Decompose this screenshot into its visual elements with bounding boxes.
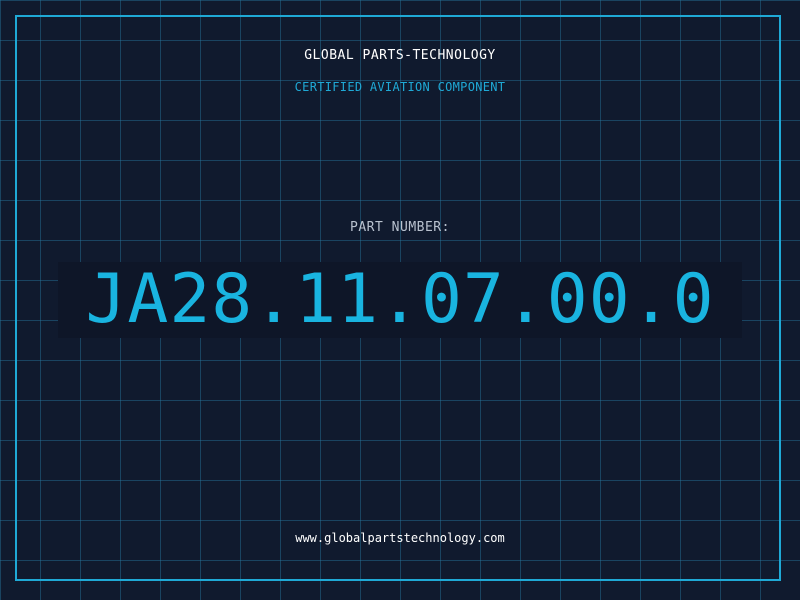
part-number-label: PART NUMBER: — [350, 220, 450, 235]
company-name: GLOBAL PARTS-TECHNOLOGY — [304, 48, 496, 63]
part-number-value: JA28.11.07.00.0 — [85, 260, 715, 339]
website-url: www.globalpartstechnology.com — [295, 531, 505, 545]
certification-subtitle: CERTIFIED AVIATION COMPONENT — [294, 80, 506, 94]
